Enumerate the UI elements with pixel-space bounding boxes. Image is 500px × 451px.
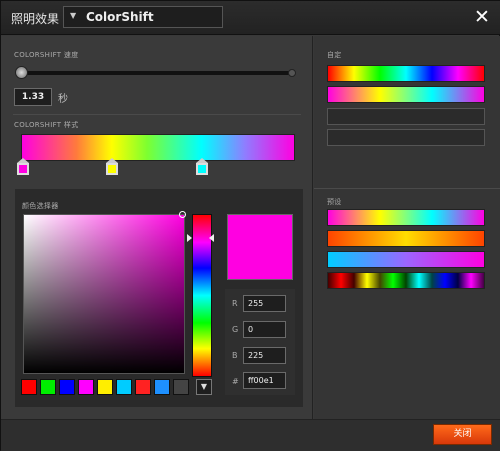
hue-handle-left-icon[interactable] — [187, 234, 192, 242]
field-label-hex: # — [232, 377, 239, 386]
saturation-handle[interactable] — [179, 211, 186, 218]
stop-color-square — [106, 163, 118, 175]
right-divider — [314, 188, 500, 189]
colorshift-gradient-bar[interactable] — [21, 134, 295, 161]
color-picker-label: 颜色选择器 — [22, 202, 59, 210]
swatch[interactable] — [21, 379, 37, 395]
speed-label: COLORSHIFT 速度 — [14, 51, 79, 59]
speed-input[interactable]: 1.33 — [14, 88, 52, 106]
field-b-input[interactable]: 225 — [243, 347, 286, 364]
stop-color-square — [196, 163, 208, 175]
swatch[interactable] — [59, 379, 75, 395]
swatch[interactable] — [40, 379, 56, 395]
speed-unit: 秒 — [58, 94, 68, 105]
dropdown-arrow-icon: ▼ — [70, 11, 77, 20]
preset-gradient-1[interactable] — [327, 209, 485, 226]
lighting-effect-dialog: 照明效果 ▼ ColorShift ✕ COLORSHIFT 速度 1.33 秒… — [0, 0, 500, 451]
swatch[interactable] — [173, 379, 189, 395]
saturation-value-area[interactable] — [23, 214, 185, 374]
swatch[interactable] — [135, 379, 151, 395]
gradient-stop-2[interactable] — [106, 158, 118, 175]
stop-color-square — [17, 163, 29, 175]
dialog-title: 照明效果 — [11, 12, 60, 26]
speed-slider-track[interactable] — [17, 71, 295, 75]
speed-slider-end — [288, 69, 296, 77]
preset-gradient-4[interactable] — [327, 272, 485, 289]
swatch[interactable] — [97, 379, 113, 395]
gradient-stop-3[interactable] — [196, 158, 208, 175]
field-label-r: R — [232, 299, 238, 308]
swatch[interactable] — [116, 379, 132, 395]
gradient-stop-1[interactable] — [17, 158, 29, 175]
effect-dropdown[interactable]: ▼ ColorShift — [63, 6, 223, 28]
close-button[interactable]: 关闭 — [433, 424, 492, 445]
custom-gradient-2[interactable] — [327, 86, 485, 103]
dialog-footer — [1, 419, 500, 451]
color-preview — [227, 214, 293, 280]
preset-gradient-2[interactable] — [327, 230, 485, 247]
field-g-input[interactable]: 0 — [243, 321, 286, 338]
speed-slider-handle[interactable] — [15, 66, 28, 79]
effect-dropdown-value: ColorShift — [86, 10, 154, 24]
hue-handle-right-icon[interactable] — [209, 234, 214, 242]
swatch[interactable] — [154, 379, 170, 395]
custom-gradient-1[interactable] — [327, 65, 485, 82]
swatch[interactable] — [78, 379, 94, 395]
swatch-row: ▼ — [21, 379, 213, 395]
field-label-b: B — [232, 351, 238, 360]
style-label: COLORSHIFT 样式 — [14, 121, 79, 129]
close-icon[interactable]: ✕ — [474, 6, 490, 28]
section-divider — [13, 114, 301, 115]
field-label-g: G — [232, 325, 239, 334]
title-bar: 照明效果 ▼ ColorShift ✕ — [1, 1, 500, 35]
custom-label: 自定 — [327, 51, 342, 59]
custom-gradient-empty-1[interactable] — [327, 108, 485, 125]
presets-label: 预设 — [327, 198, 342, 206]
preset-gradient-3[interactable] — [327, 251, 485, 268]
triangle-down-icon[interactable]: ▼ — [196, 379, 212, 395]
custom-gradient-empty-2[interactable] — [327, 129, 485, 146]
field-r-input[interactable]: 255 — [243, 295, 286, 312]
field-hex-input[interactable]: ff00e1 — [243, 372, 286, 389]
